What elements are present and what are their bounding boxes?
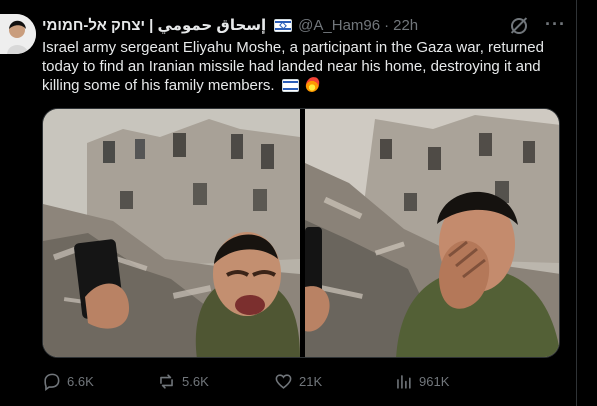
heart-icon bbox=[275, 373, 292, 389]
right-page-strip bbox=[578, 0, 597, 406]
like-button[interactable]: 21K bbox=[274, 372, 394, 391]
israel-flag-icon bbox=[274, 18, 293, 32]
views-button[interactable]: 961K bbox=[394, 372, 504, 391]
repost-button[interactable]: 5.6K bbox=[157, 372, 274, 391]
post-text-block: Israel army sergeant Eliyahu Moshe, a pa… bbox=[42, 38, 567, 95]
reply-button[interactable]: 6.6K bbox=[42, 372, 157, 391]
media-photo-left[interactable] bbox=[43, 109, 300, 357]
reply-icon bbox=[44, 373, 60, 391]
analytics-icon bbox=[397, 374, 411, 389]
post-time[interactable]: 22h bbox=[393, 17, 418, 34]
post-media[interactable] bbox=[42, 108, 560, 358]
user-handle[interactable]: @A_Ham96 bbox=[298, 17, 380, 34]
reply-count: 6.6K bbox=[67, 373, 94, 389]
post-actions: 6.6K 5.6K 21K 961K bbox=[42, 370, 562, 392]
fire-icon bbox=[304, 76, 320, 93]
grok-icon[interactable] bbox=[511, 18, 528, 34]
israel-flag-icon bbox=[281, 79, 299, 92]
like-count: 21K bbox=[299, 373, 323, 389]
user-avatar[interactable] bbox=[0, 14, 36, 54]
repost-icon bbox=[160, 373, 173, 389]
post-card[interactable]: إسحاق حمومي | יצחק אל-חמומי @A_Ham96 · 2… bbox=[0, 0, 577, 406]
post-top-actions: ··· bbox=[511, 15, 566, 34]
post-header: إسحاق حمومي | יצחק אל-חמומי @A_Ham96 · 2… bbox=[42, 14, 566, 36]
repost-count: 5.6K bbox=[182, 373, 209, 389]
separator-dot: · bbox=[384, 16, 390, 34]
display-name[interactable]: إسحاق حمومي | יצחק אל-חמומי bbox=[42, 16, 266, 34]
view-count: 961K bbox=[419, 373, 450, 389]
more-options-icon[interactable]: ··· bbox=[545, 15, 566, 33]
media-photo-right[interactable] bbox=[305, 109, 559, 357]
